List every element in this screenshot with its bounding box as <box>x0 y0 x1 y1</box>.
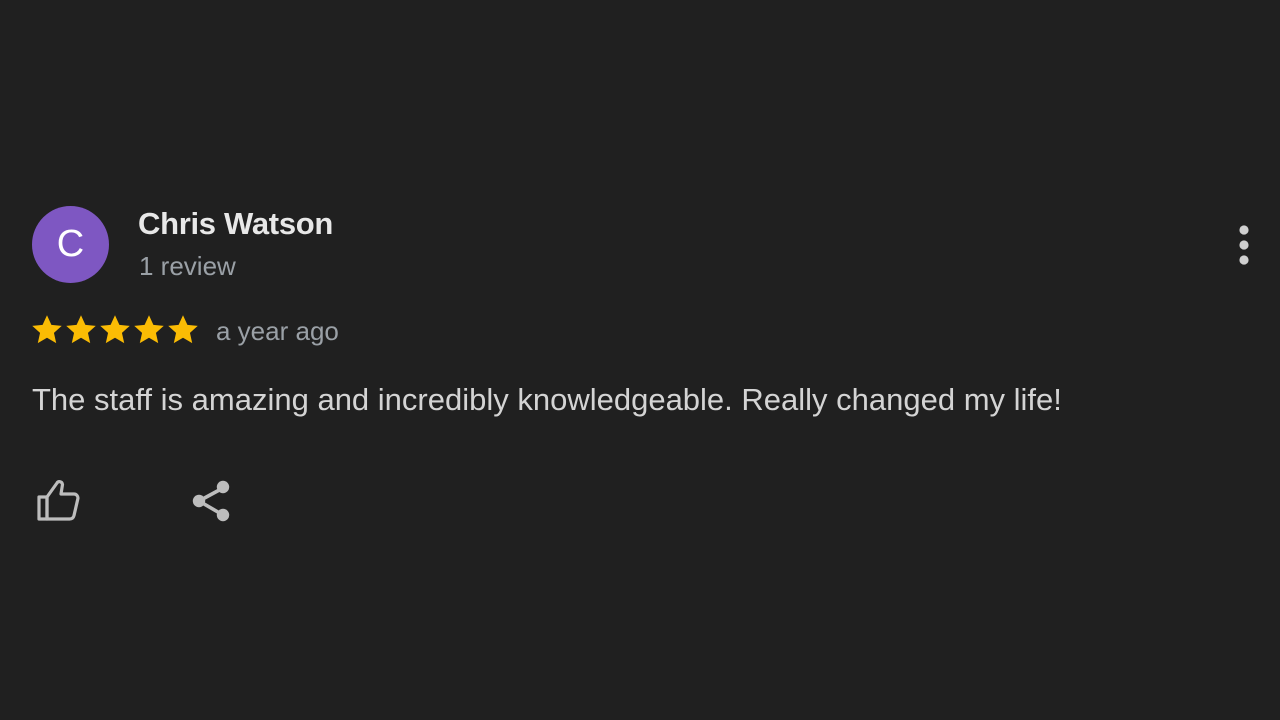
share-button[interactable] <box>186 476 236 526</box>
thumb-up-icon <box>37 480 80 521</box>
review-date: a year ago <box>216 316 339 346</box>
star-icon <box>100 315 130 344</box>
avatar-initial: C <box>56 222 85 265</box>
author-name[interactable]: Chris Watson <box>138 206 333 242</box>
avatar[interactable]: C <box>32 206 109 283</box>
like-button[interactable] <box>30 474 84 526</box>
more-options-button[interactable] <box>1226 222 1262 268</box>
star-icon <box>134 315 164 344</box>
star-icon <box>168 315 198 344</box>
review-card: C Chris Watson 1 review a year ago The s… <box>0 0 1280 720</box>
share-icon <box>192 480 230 522</box>
review-count: 1 review <box>139 251 236 281</box>
star-rating <box>30 313 200 347</box>
more-vert-icon <box>1239 225 1249 265</box>
star-icon <box>32 315 62 344</box>
star-icon <box>66 315 96 344</box>
review-text: The staff is amazing and incredibly know… <box>32 382 1062 417</box>
